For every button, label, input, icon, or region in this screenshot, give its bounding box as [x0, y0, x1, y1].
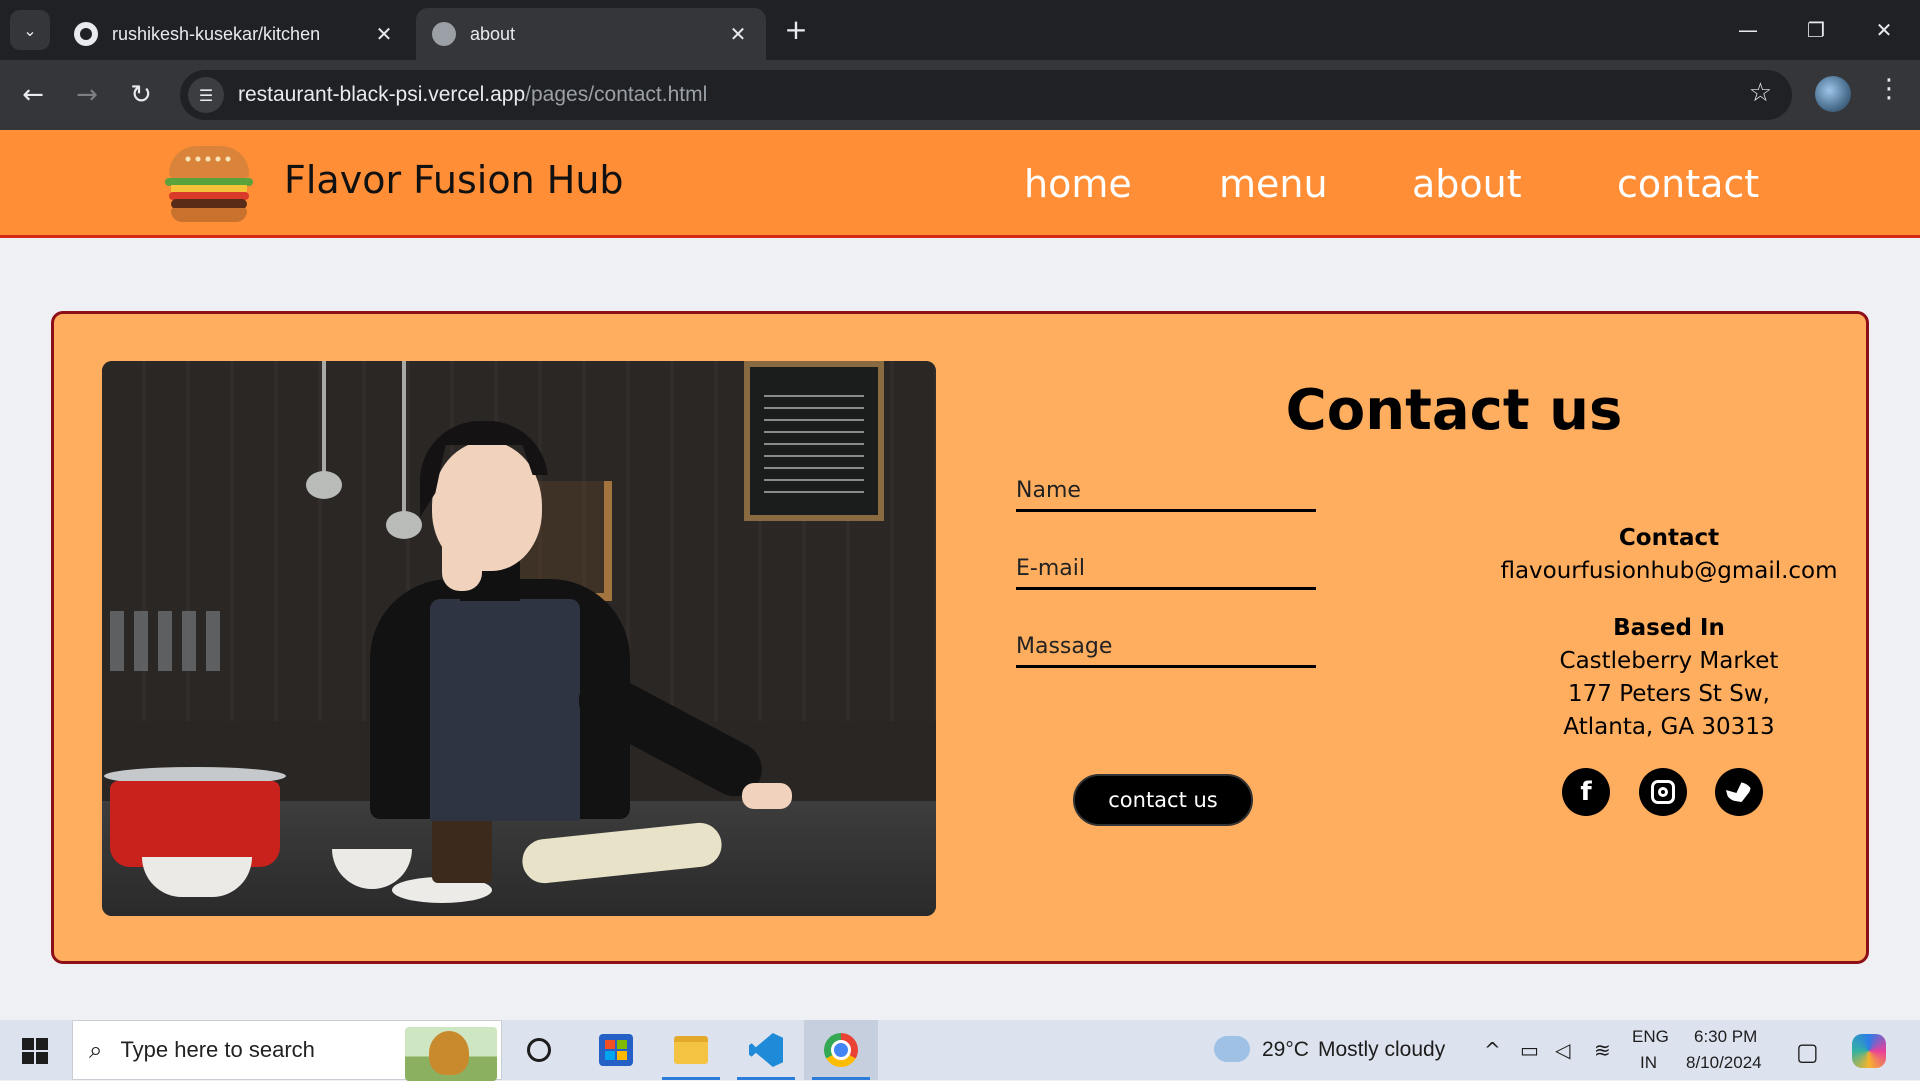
chevron-down-icon: ⌄ — [23, 20, 37, 40]
contact-us-button[interactable]: contact us — [1073, 774, 1253, 826]
contact-email[interactable]: flavourfusionhub@gmail.com — [1484, 555, 1854, 588]
clock-time[interactable]: 6:30 PM — [1694, 1027, 1757, 1047]
contact-card: Contact us Name E-mail Massage contact u… — [51, 311, 1869, 964]
clock-date[interactable]: 8/10/2024 — [1686, 1053, 1762, 1073]
location-info: Based In Castleberry Market 177 Peters S… — [1484, 612, 1854, 744]
reload-icon: ↻ — [130, 80, 152, 110]
url-path: /pages/contact.html — [525, 83, 708, 106]
contact-info: Contact flavourfusionhub@gmail.com — [1484, 522, 1854, 588]
instagram-icon[interactable] — [1639, 768, 1687, 816]
arrow-left-icon: ← — [22, 80, 44, 110]
reload-button[interactable]: ↻ — [122, 76, 160, 114]
file-explorer-button[interactable] — [654, 1020, 728, 1080]
name-field[interactable]: Name — [1016, 464, 1316, 512]
tab-title: rushikesh-kusekar/kitchen — [112, 23, 321, 44]
twitter-icon[interactable] — [1715, 768, 1763, 816]
weather-condition[interactable]: Mostly cloudy — [1318, 1038, 1445, 1062]
language-code[interactable]: ENG — [1632, 1027, 1669, 1047]
chrome-button[interactable] — [804, 1020, 878, 1080]
message-field[interactable]: Massage — [1016, 620, 1316, 668]
site-header: Flavor Fusion Hub home menu about contac… — [0, 130, 1920, 238]
address-line: Castleberry Market — [1559, 648, 1779, 674]
weather-temp[interactable]: 29°C — [1262, 1038, 1309, 1062]
windows-start-icon[interactable] — [22, 1038, 48, 1064]
address-bar[interactable]: ☰ restaurant-black-psi.vercel.app/pages/… — [180, 70, 1792, 120]
vscode-button[interactable] — [729, 1020, 803, 1080]
weather-cloud-icon[interactable] — [1214, 1028, 1250, 1062]
nav-contact[interactable]: contact — [1617, 162, 1759, 206]
restore-button[interactable]: ❐ — [1796, 12, 1836, 48]
vscode-icon — [749, 1033, 783, 1067]
contact-title: Contact us — [1285, 378, 1623, 443]
cortana-icon — [527, 1038, 551, 1062]
globe-icon — [432, 22, 456, 46]
taskbar: ⌕ Type here to search 29°C Mostly cloudy… — [0, 1020, 1920, 1081]
chrome-icon — [824, 1033, 858, 1067]
battery-icon[interactable]: ▭ — [1520, 1038, 1539, 1062]
address-line: Atlanta, GA 30313 — [1563, 714, 1775, 740]
email-field[interactable]: E-mail — [1016, 542, 1316, 590]
browser-tab-bar: ⌄ rushikesh-kusekar/kitchen ✕ about ✕ + … — [0, 0, 1920, 60]
notification-icon[interactable]: ▢ — [1796, 1038, 1819, 1066]
store-button[interactable] — [579, 1020, 653, 1080]
wifi-icon[interactable]: ≋ — [1594, 1038, 1611, 1062]
tab-about[interactable]: about ✕ — [416, 8, 766, 60]
site-info-icon[interactable]: ☰ — [188, 77, 224, 113]
chevron-up-icon[interactable]: ^ — [1484, 1038, 1501, 1062]
taskbar-search[interactable]: ⌕ Type here to search — [72, 1020, 502, 1081]
task-view-button[interactable] — [502, 1020, 576, 1080]
forward-button[interactable]: → — [68, 76, 106, 114]
url-domain: restaurant-black-psi.vercel.app — [238, 83, 526, 106]
volume-icon[interactable]: ◁ — [1555, 1038, 1570, 1062]
close-icon[interactable]: ✕ — [372, 22, 396, 47]
folder-icon — [674, 1036, 708, 1064]
based-in-heading: Based In — [1613, 615, 1725, 641]
brand-name[interactable]: Flavor Fusion Hub — [284, 158, 624, 202]
close-icon[interactable]: ✕ — [726, 22, 750, 47]
search-highlight-image — [405, 1027, 497, 1081]
search-placeholder: Type here to search — [120, 1037, 315, 1062]
nav-about[interactable]: about — [1412, 162, 1522, 206]
arrow-right-icon: → — [76, 80, 98, 110]
language-region[interactable]: IN — [1640, 1053, 1657, 1073]
tab-github[interactable]: rushikesh-kusekar/kitchen ✕ — [58, 8, 412, 60]
url-text[interactable]: restaurant-black-psi.vercel.app/pages/co… — [238, 83, 707, 107]
tab-title: about — [470, 23, 516, 44]
nav-home[interactable]: home — [1024, 162, 1132, 206]
bookmark-star-icon[interactable]: ☆ — [1749, 78, 1772, 108]
tab-search-button[interactable]: ⌄ — [10, 10, 50, 50]
more-menu-icon[interactable]: ⋮ — [1876, 74, 1902, 104]
burger-icon[interactable] — [165, 146, 253, 222]
chef-photo — [102, 361, 936, 916]
store-icon — [599, 1034, 633, 1066]
facebook-icon[interactable]: f — [1562, 768, 1610, 816]
nav-menu[interactable]: menu — [1219, 162, 1328, 206]
browser-toolbar: ← → ↻ ☰ restaurant-black-psi.vercel.app/… — [0, 60, 1920, 130]
github-icon — [74, 22, 98, 46]
minimize-button[interactable]: — — [1728, 12, 1768, 48]
new-tab-button[interactable]: + — [780, 14, 812, 46]
window-close-button[interactable]: ✕ — [1864, 12, 1904, 48]
contact-heading: Contact — [1618, 525, 1720, 551]
search-icon: ⌕ — [89, 1036, 103, 1064]
back-button[interactable]: ← — [14, 76, 52, 114]
profile-avatar[interactable] — [1815, 76, 1851, 112]
address-line: 177 Peters St Sw, — [1568, 681, 1770, 707]
copilot-icon[interactable] — [1852, 1034, 1886, 1068]
